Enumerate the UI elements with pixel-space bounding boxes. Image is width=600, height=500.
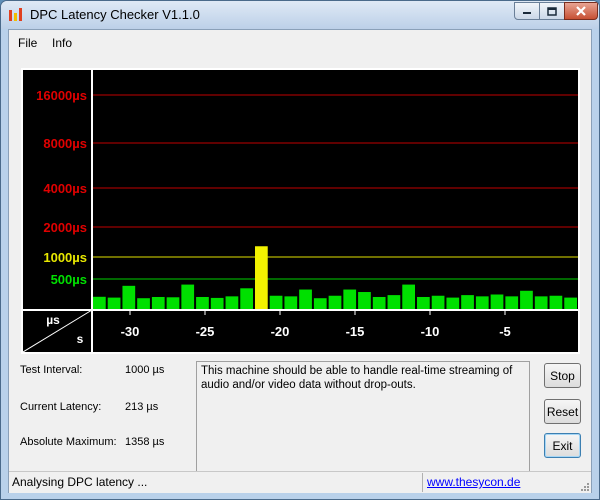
latency-graph: 16000µs 8000µs 4000µs 2000µs 1000µs 500µs µs s -… [21,68,580,354]
stop-button[interactable]: Stop [544,363,581,388]
y-unit-label: µs [46,313,60,327]
result-message: This machine should be able to handle re… [201,365,513,391]
latency-bar [446,297,460,310]
status-bar: Analysing DPC latency ... www.thesycon.d… [9,471,591,493]
close-icon [576,6,586,16]
latency-bar [107,297,121,310]
x-tick-label: -30 [121,324,140,339]
latency-bar [490,294,504,310]
website-link[interactable]: www.thesycon.de [427,475,520,489]
title-bar[interactable]: DPC Latency Checker V1.1.0 [1,1,599,29]
client-area: File Info 16000µs 8000µs 4000µs 2000µs 1000µ… [8,29,592,493]
menu-file[interactable]: File [18,36,37,50]
test-interval-value: 1000 µs [125,364,165,376]
latency-bar [166,297,180,310]
y-axis-label: 16000µs [36,88,87,103]
latency-bar [505,296,519,310]
menu-bar: File Info [9,30,591,57]
latency-bar [372,296,386,310]
latency-bar [475,296,489,310]
latency-bar [269,295,283,310]
latency-chart: 16000µs 8000µs 4000µs 2000µs 1000µs 500µs µs s -… [22,70,578,353]
latency-bar [299,289,312,310]
latency-bar [122,285,136,310]
exit-button[interactable]: Exit [544,433,581,458]
resize-grip-icon[interactable] [579,481,589,491]
absolute-max-label: Absolute Maximum: [20,436,117,448]
y-axis-label: 8000µs [43,136,87,151]
latency-bar [137,298,150,310]
x-tick-label: -10 [421,324,440,339]
y-axis-label: 4000µs [43,181,87,196]
absolute-max-value: 1358 µs [125,436,165,448]
status-text: Analysing DPC latency ... [12,475,148,489]
y-axis-label: 500µs [51,272,87,287]
latency-bar [328,295,342,310]
latency-bar [417,296,430,310]
minimize-icon [523,12,531,14]
latency-bar [151,296,165,310]
app-icon [9,8,22,21]
latency-bar [196,296,209,310]
latency-bar [181,284,195,310]
x-tick-label: -25 [196,324,215,339]
latency-bar [402,284,415,310]
maximize-icon [547,6,557,16]
x-unit-label: s [77,332,84,346]
latency-bar [240,288,253,310]
latency-bar [255,246,268,310]
latency-bar [387,295,401,310]
latency-bar [431,295,445,310]
latency-bar [520,290,533,310]
status-separator [422,473,423,492]
latency-bar [284,296,298,310]
latency-bar [93,296,106,310]
current-latency-label: Current Latency: [20,401,102,413]
reset-button[interactable]: Reset [544,399,581,424]
window-title: DPC Latency Checker V1.1.0 [30,7,200,22]
x-tick-label: -20 [271,324,290,339]
latency-bar [313,298,327,310]
test-interval-label: Test Interval: [20,364,83,376]
y-axis-label: 2000µs [43,220,87,235]
x-tick-label: -15 [346,324,365,339]
close-button[interactable] [564,2,598,20]
latency-bar [534,296,548,310]
menu-info[interactable]: Info [52,36,72,50]
latency-bar [343,289,357,310]
app-window: DPC Latency Checker V1.1.0 File Info 160… [0,0,600,500]
minimize-button[interactable] [514,2,540,20]
latency-bar [358,292,371,310]
latency-bar [225,296,239,310]
x-tick-label: -5 [499,324,511,339]
latency-bar [549,295,563,310]
latency-bar [461,295,474,310]
latency-bar [564,297,577,310]
latency-bar [210,297,224,310]
y-axis-label: 1000µs [43,250,87,265]
current-latency-value: 213 µs [125,401,159,413]
maximize-button[interactable] [539,2,565,20]
